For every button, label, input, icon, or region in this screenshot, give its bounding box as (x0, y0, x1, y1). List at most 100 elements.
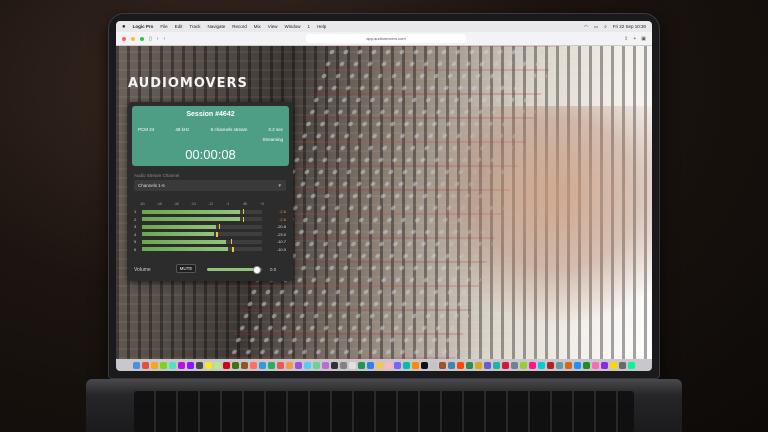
dock-app-icon[interactable] (205, 361, 212, 369)
dock-app-icon[interactable] (394, 361, 401, 369)
menu-item-mix[interactable]: Mix (254, 24, 261, 29)
dock-app-icon[interactable] (322, 361, 329, 369)
menu-item-view[interactable]: View (268, 24, 278, 29)
dock-app-icon[interactable] (592, 361, 599, 369)
dock-app-icon[interactable] (358, 361, 365, 369)
dock-app-icon[interactable] (295, 361, 302, 369)
dock-app-icon[interactable] (277, 361, 284, 369)
dock-app-icon[interactable] (610, 361, 617, 369)
dock-app-icon[interactable] (286, 361, 293, 369)
menu-item-track[interactable]: Track (189, 24, 200, 29)
back-icon[interactable]: ‹ (157, 36, 159, 42)
dock-app-icon[interactable] (268, 361, 275, 369)
dock-app-icon[interactable] (412, 361, 419, 369)
menu-app-name[interactable]: Logic Pro (133, 24, 154, 29)
volume-slider-handle[interactable] (253, 265, 262, 274)
menu-clock[interactable]: Fri 22 Sep 10:30 (613, 24, 646, 29)
mute-button[interactable]: MUTE (176, 264, 196, 273)
dock-app-icon[interactable] (619, 361, 626, 369)
dock-app-icon[interactable] (466, 361, 473, 369)
dock-app-icon[interactable] (232, 361, 239, 369)
dock-app-icon[interactable] (259, 361, 266, 369)
dock-app-icon[interactable] (142, 361, 149, 369)
battery-icon[interactable]: ▭ (594, 24, 598, 30)
meter-fill (142, 239, 226, 244)
dock-app-icon[interactable] (502, 361, 509, 369)
address-bar[interactable]: app.audiomovers.com (306, 34, 466, 43)
dock-app-icon[interactable] (547, 361, 554, 369)
wifi-icon[interactable]: ◠ (584, 24, 588, 30)
dock-app-icon[interactable] (331, 361, 338, 369)
laptop-screen: ● Logic Pro File Edit Track Navigate Rec… (116, 21, 652, 371)
volume-slider[interactable] (207, 265, 263, 274)
menu-item-file[interactable]: File (160, 24, 167, 29)
dock-app-icon[interactable] (241, 361, 248, 369)
dock-app-icon[interactable] (340, 361, 347, 369)
dock-app-icon[interactable] (169, 361, 176, 369)
volume-slider-fill (207, 268, 258, 271)
dock-app-icon[interactable] (250, 361, 257, 369)
dock-app-icon[interactable] (160, 361, 167, 369)
forward-icon[interactable]: › (163, 36, 165, 42)
dock-app-icon[interactable] (367, 361, 374, 369)
dock-app-icon[interactable] (304, 361, 311, 369)
menu-item-navigate[interactable]: Navigate (208, 24, 226, 29)
dock-app-icon[interactable] (214, 361, 221, 369)
dock-app-icon[interactable] (556, 361, 563, 369)
search-icon[interactable]: ⌕ (604, 24, 607, 29)
dock-app-icon[interactable] (349, 361, 356, 369)
sidebar-toggle-icon[interactable]: ▯ (149, 36, 152, 42)
dock-app-icon[interactable] (385, 361, 392, 369)
dock-app-icon[interactable] (484, 361, 491, 369)
minimize-window-icon[interactable] (131, 36, 135, 41)
dock-app-icon[interactable] (475, 361, 482, 369)
new-tab-icon[interactable]: + (633, 36, 636, 42)
dock-app-icon[interactable] (421, 361, 428, 369)
dock-app-icon[interactable] (565, 361, 572, 369)
dock-app-icon[interactable] (583, 361, 590, 369)
menu-item-1[interactable]: 1 (308, 24, 311, 29)
meter-scale-tick: -12 (208, 202, 214, 206)
channel-select[interactable]: Channels 1-6 ▼ (134, 180, 286, 191)
dock-app-icon[interactable] (529, 361, 536, 369)
dock-app-icon[interactable] (520, 361, 527, 369)
meter-db-value: -2.6 (279, 209, 286, 215)
audio-format: PCM 24 (138, 127, 155, 132)
meter-track (142, 216, 262, 222)
dock-app-icon[interactable] (511, 361, 518, 369)
dock-app-icon[interactable] (448, 361, 455, 369)
dock-app-icon[interactable] (223, 361, 230, 369)
share-icon[interactable]: ⇪ (624, 36, 628, 42)
apple-icon[interactable]: ● (122, 24, 126, 30)
dock-app-icon[interactable] (133, 361, 140, 369)
dock-app-icon[interactable] (376, 361, 383, 369)
dock-app-icon[interactable] (628, 361, 635, 369)
meter-db-value: -10.7 (276, 239, 286, 245)
menu-item-record[interactable]: Record (232, 24, 247, 29)
dock-app-icon[interactable] (196, 361, 203, 369)
menu-item-window[interactable]: Window (284, 24, 300, 29)
dock-app-icon[interactable] (574, 361, 581, 369)
dock-app-icon[interactable] (313, 361, 320, 369)
dock-app-icon[interactable] (151, 361, 158, 369)
dock-app-icon[interactable] (601, 361, 608, 369)
meter-row: 3 -20.8 (134, 223, 286, 231)
zoom-window-icon[interactable] (140, 36, 144, 41)
menu-item-edit[interactable]: Edit (175, 24, 183, 29)
web-page: AUDIOMOVERS Session #4642 PCM 24 48 kHz … (116, 46, 652, 359)
dock-app-icon[interactable] (439, 361, 446, 369)
meter-track (142, 231, 262, 237)
meter-row: 1 -2.6 (134, 208, 286, 216)
dock-app-icon[interactable] (457, 361, 464, 369)
meter-channel-number: 5 (134, 239, 137, 245)
dock-app-icon[interactable] (430, 361, 437, 369)
dock-app-icon[interactable] (187, 361, 194, 369)
dock-app-icon[interactable] (178, 361, 185, 369)
tab-overview-icon[interactable]: ▣ (641, 36, 646, 42)
dock-app-icon[interactable] (403, 361, 410, 369)
close-window-icon[interactable] (122, 36, 126, 41)
dock-app-icon[interactable] (538, 361, 545, 369)
keyboard (134, 391, 634, 432)
menu-item-help[interactable]: Help (317, 24, 326, 29)
dock-app-icon[interactable] (493, 361, 500, 369)
